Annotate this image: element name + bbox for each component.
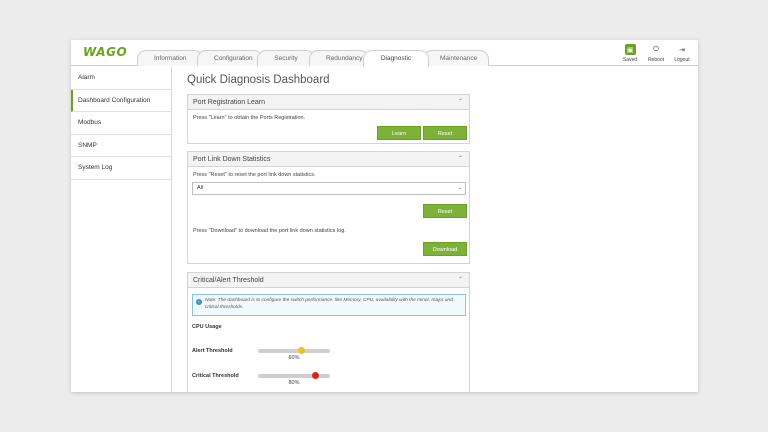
cpu-usage-label: CPU Usage	[192, 324, 222, 330]
header-actions: ▣ Saved ⏻ Reboot ⇥ Logout	[620, 44, 692, 63]
port-registration-text: Press "Learn" to obtain the Ports Regist…	[193, 115, 306, 121]
alert-slider-handle[interactable]	[297, 347, 305, 354]
page-title: Quick Diagnosis Dashboard	[187, 74, 330, 86]
saved-label: Saved	[622, 57, 638, 63]
collapse-chevron-icon: ⌃	[457, 99, 463, 105]
alert-threshold-slider[interactable]	[258, 347, 330, 354]
tab-diagnostic[interactable]: Diagnostic	[363, 50, 429, 67]
threshold-panel: Critical/Alert Threshold ⌃ i Note: The d…	[187, 272, 470, 392]
main-tabs: Information Configuration Security Redun…	[137, 50, 489, 67]
wago-logo: WAGO	[83, 45, 128, 59]
tab-security[interactable]: Security	[257, 50, 315, 66]
link-down-title: Port Link Down Statistics	[193, 156, 271, 163]
main-content: Quick Diagnosis Dashboard Port Registrat…	[187, 67, 477, 392]
port-registration-title: Port Registration Learn	[193, 99, 265, 106]
port-registration-header[interactable]: Port Registration Learn ⌃	[188, 95, 469, 110]
logout-button[interactable]: ⇥ Logout	[672, 44, 692, 64]
alert-threshold-value: 60%	[288, 355, 300, 361]
port-select[interactable]: All ⌄	[192, 182, 466, 195]
tab-information[interactable]: Information	[137, 50, 203, 66]
collapse-chevron-icon: ⌃	[457, 156, 463, 162]
collapse-chevron-icon: ⌃	[457, 277, 463, 283]
link-down-download-text: Press "Download" to download the port li…	[193, 228, 346, 234]
sidebar-item-system-log[interactable]: System Log	[71, 157, 171, 180]
critical-threshold-slider[interactable]	[258, 372, 330, 379]
logout-icon: ⇥	[679, 46, 685, 54]
reboot-label: Reboot	[647, 57, 665, 63]
top-bar: WAGO Information Configuration Security …	[71, 40, 698, 67]
link-down-panel: Port Link Down Statistics ⌃ Press "Reset…	[187, 151, 470, 264]
sidebar-item-modbus[interactable]: Modbus	[71, 112, 171, 135]
link-down-header[interactable]: Port Link Down Statistics ⌃	[188, 152, 469, 167]
save-icon: ▣	[624, 44, 636, 55]
critical-slider-handle[interactable]	[312, 372, 320, 379]
tab-configuration[interactable]: Configuration	[197, 50, 263, 66]
sidebar-item-dashboard-configuration[interactable]: Dashboard Configuration	[71, 89, 171, 112]
threshold-note: i Note: The dashboard is to configure th…	[192, 294, 466, 316]
app-window: WAGO Information Configuration Security …	[71, 40, 698, 392]
tab-redundancy[interactable]: Redundancy	[309, 50, 369, 66]
port-registration-panel: Port Registration Learn ⌃ Press "Learn" …	[187, 94, 470, 144]
critical-threshold-label: Critical Threshold	[192, 373, 239, 379]
sidebar-item-snmp[interactable]: SNMP	[71, 135, 171, 157]
sidebar: Alarm Dashboard Configuration Modbus SNM…	[71, 67, 172, 392]
logout-label: Logout	[674, 57, 690, 63]
reset-button[interactable]: Reset	[423, 126, 467, 140]
info-icon: i	[196, 299, 202, 305]
tab-maintenance[interactable]: Maintenance	[423, 50, 489, 66]
learn-button[interactable]: Learn	[377, 126, 421, 140]
threshold-header[interactable]: Critical/Alert Threshold ⌃	[188, 273, 469, 288]
link-down-reset-text: Press "Reset" to reset the port link dow…	[193, 172, 316, 178]
sidebar-item-alarm[interactable]: Alarm	[71, 67, 171, 90]
threshold-title: Critical/Alert Threshold	[193, 277, 264, 284]
reboot-button[interactable]: ⏻ Reboot	[646, 44, 666, 64]
port-select-value: All	[197, 185, 204, 191]
link-down-reset-button[interactable]: Reset	[423, 204, 467, 218]
power-icon: ⏻	[653, 45, 659, 53]
saved-button[interactable]: ▣ Saved	[620, 44, 640, 63]
critical-threshold-value: 80%	[288, 380, 300, 386]
threshold-note-text: Note: The dashboard is to configure the …	[205, 298, 453, 310]
download-button[interactable]: Download	[423, 242, 467, 256]
chevron-down-icon: ⌄	[457, 185, 462, 191]
alert-threshold-label: Alert Threshold	[192, 348, 233, 354]
